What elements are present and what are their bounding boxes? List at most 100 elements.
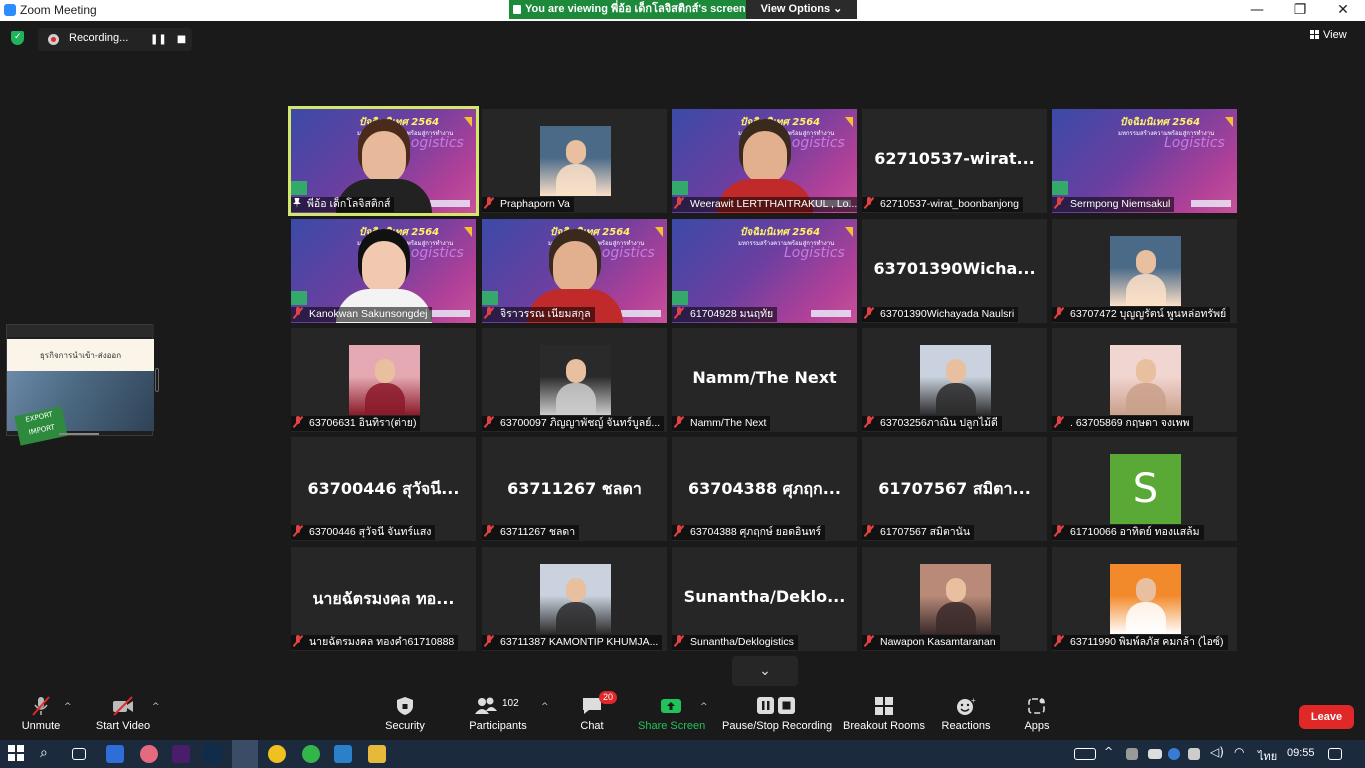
- participant-name-label: 63701390Wichayada Naulsri: [862, 307, 1019, 322]
- participant-tile[interactable]: 63707472 บุญญรัตน์ พูนหล่อทรัพย์: [1052, 219, 1237, 323]
- thumbnail-drag-handle[interactable]: [59, 433, 99, 435]
- participant-name-label: 63711387 KAMONTIP KHUMJA...: [482, 635, 663, 650]
- chat-unread-badge: 20: [598, 691, 617, 704]
- audio-options-caret[interactable]: ^: [64, 702, 72, 712]
- task-view-icon[interactable]: [72, 748, 86, 760]
- participant-tile[interactable]: ปัจฉิมนิเทศ 2564 มหกรรมสร้างความพร้อมสู่ก…: [291, 219, 476, 323]
- app-icon-1[interactable]: [106, 745, 124, 763]
- breakout-rooms-button[interactable]: Breakout Rooms: [842, 696, 926, 732]
- app-icon-2[interactable]: [140, 745, 158, 763]
- apps-label: Apps: [1024, 720, 1050, 732]
- participant-tile[interactable]: 63711267 ชลดา 63711267 ชลดา: [482, 437, 667, 541]
- muted-mic-icon: [484, 197, 494, 209]
- banner-triangle: [655, 227, 663, 237]
- muted-mic-icon: [674, 307, 684, 319]
- share-screen-button[interactable]: Share Screen: [638, 696, 705, 732]
- scroll-down-button[interactable]: ⌄: [732, 656, 798, 686]
- participants-options-caret[interactable]: ^: [541, 702, 549, 712]
- video-options-caret[interactable]: ^: [152, 702, 160, 712]
- chat-button[interactable]: 20 Chat: [576, 691, 617, 732]
- security-shield-icon[interactable]: ✓: [11, 31, 24, 45]
- file-explorer-icon[interactable]: [368, 745, 386, 763]
- profile-picture: [540, 126, 611, 196]
- participant-tile[interactable]: 63700446 สุวัจนี... 63700446 สุวัจนี จันท…: [291, 437, 476, 541]
- participant-tile[interactable]: Sunantha/Deklo... Sunantha/Deklogistics: [672, 547, 857, 651]
- participant-tile[interactable]: 63706631 อินทิรา(ต่าย): [291, 328, 476, 432]
- leave-button[interactable]: Leave: [1299, 705, 1354, 729]
- view-options-button[interactable]: View Options ⌄: [746, 0, 857, 19]
- close-button[interactable]: ✕: [1321, 0, 1365, 21]
- muted-mic-icon: [864, 416, 874, 428]
- participant-tile[interactable]: S 61710066 อาทิตย์ ทองแสล้ม: [1052, 437, 1237, 541]
- participants-button[interactable]: 102 Participants: [468, 696, 528, 732]
- notifications-icon[interactable]: [1328, 748, 1342, 760]
- participant-tile[interactable]: ปัจฉิมนิเทศ 2564 มหกรรมสร้างความพร้อมสู่ก…: [288, 106, 479, 216]
- volume-icon[interactable]: ◁): [1210, 745, 1228, 763]
- participant-tile[interactable]: ปัจฉิมนิเทศ 2564 มหกรรมสร้างความพร้อมสู่ก…: [672, 219, 857, 323]
- security-button[interactable]: Security: [384, 696, 426, 732]
- spotlight-icon: [293, 198, 301, 208]
- participant-tile[interactable]: 63704388 ศุภฤก... 63704388 ศุภฤกษ์ ยอดอิน…: [672, 437, 857, 541]
- search-icon[interactable]: ⌕: [40, 745, 58, 763]
- participant-tile[interactable]: ปัจฉิมนิเทศ 2564 มหกรรมสร้างความพร้อมสู่ก…: [1052, 109, 1237, 213]
- participant-tile[interactable]: . 63705869 กฤษดา จงเพพ: [1052, 328, 1237, 432]
- pause-recording-icon[interactable]: ❚❚: [150, 32, 167, 47]
- banner-green-shape: [482, 291, 498, 305]
- share-options-caret[interactable]: ^: [700, 702, 708, 712]
- participant-tile[interactable]: Praphaporn Va: [482, 109, 667, 213]
- tray-icon-3[interactable]: [1188, 748, 1200, 760]
- stop-recording-icon[interactable]: ■: [174, 32, 189, 47]
- keyboard-icon[interactable]: [1074, 748, 1096, 760]
- participant-tile[interactable]: 62710537-wirat... 62710537-wirat_boonbanj…: [862, 109, 1047, 213]
- pause-stop-icon: [756, 696, 796, 716]
- reactions-button[interactable]: + Reactions: [940, 696, 992, 732]
- wifi-icon[interactable]: ◠: [1234, 745, 1252, 763]
- collapse-thumbnail-handle[interactable]: [155, 368, 159, 392]
- tray-icon-2[interactable]: [1168, 748, 1180, 760]
- view-button[interactable]: View: [1310, 29, 1347, 41]
- photoshop-icon[interactable]: [204, 745, 222, 763]
- start-video-button[interactable]: Start Video: [94, 696, 152, 732]
- participant-tile[interactable]: 63711387 KAMONTIP KHUMJA...: [482, 547, 667, 651]
- participant-tile[interactable]: 63701390Wicha... 63701390Wichayada Naulsr…: [862, 219, 1047, 323]
- pause-stop-recording-button[interactable]: Pause/Stop Recording: [722, 696, 832, 732]
- participant-name-label: พี่อ้อ เด็กโลจิสติกส์: [291, 197, 395, 212]
- app-icon-3[interactable]: [334, 745, 352, 763]
- participant-tile[interactable]: 63700097 ภิญญาพัชญ์ จันทร์บูลย์...: [482, 328, 667, 432]
- premiere-icon[interactable]: [172, 745, 190, 763]
- participant-tile[interactable]: Namm/The Next Namm/The Next: [672, 328, 857, 432]
- banner-logo-strip: [430, 310, 470, 317]
- participants-label: Participants: [469, 720, 527, 732]
- apps-button[interactable]: Apps: [1022, 696, 1052, 732]
- banner-green-shape: [291, 181, 307, 195]
- participant-tile[interactable]: 63703256ภาณิน ปลูกไม้ดี: [862, 328, 1047, 432]
- line-icon[interactable]: [302, 745, 320, 763]
- language-indicator[interactable]: ไทย: [1258, 747, 1277, 765]
- shared-screen-thumbnail[interactable]: ธุรกิจการนำเข้า-ส่งออก EXPORT IMPORT: [6, 324, 154, 446]
- participant-name-label: Kanokwan Sakunsongdej: [291, 307, 432, 322]
- participant-tile[interactable]: นายฉัตรมงคล ทอ... นายฉัตรมงคล ทองคำ617108…: [291, 547, 476, 651]
- participant-display-name: นายฉัตรมงคล ทอ...: [312, 589, 455, 608]
- banner-logo-strip: [621, 310, 661, 317]
- minimize-button[interactable]: —: [1235, 0, 1279, 21]
- avatar-letter: S: [1110, 454, 1181, 524]
- windows-start-icon[interactable]: [8, 745, 26, 763]
- muted-mic-icon: [1054, 416, 1064, 428]
- tray-icon-1[interactable]: [1126, 748, 1138, 760]
- unmute-button[interactable]: Unmute: [18, 696, 64, 732]
- meeting-top-bar: ✓ Recording... ❚❚ ■ View: [0, 21, 1365, 55]
- zoom-taskbar-icon[interactable]: [232, 740, 258, 768]
- participant-tile[interactable]: ปัจฉิมนิเทศ 2564 มหกรรมสร้างความพร้อมสู่ก…: [672, 109, 857, 213]
- clock[interactable]: 09:55: [1287, 747, 1315, 759]
- chrome-icon[interactable]: [268, 745, 286, 763]
- recording-indicator: Recording... ❚❚ ■: [38, 28, 192, 51]
- battery-icon[interactable]: [1148, 749, 1162, 759]
- participant-tile[interactable]: ปัจฉิมนิเทศ 2564 มหกรรมสร้างความพร้อมสู่ก…: [482, 219, 667, 323]
- participant-tile[interactable]: 61707567 สมิตา... 61707567 สมิตานัน: [862, 437, 1047, 541]
- maximize-button[interactable]: ❐: [1278, 0, 1322, 21]
- participant-name: นายฉัตรมงคล ทองคำ61710888: [309, 636, 455, 648]
- participant-tile[interactable]: 63711990 พิมพ์ลภัส คมกล้า (ไอซ์): [1052, 547, 1237, 651]
- participant-tile[interactable]: Nawapon Kasamtaranan: [862, 547, 1047, 651]
- chevron-up-icon[interactable]: ^: [1104, 745, 1122, 763]
- banner-logo-strip: [430, 200, 470, 207]
